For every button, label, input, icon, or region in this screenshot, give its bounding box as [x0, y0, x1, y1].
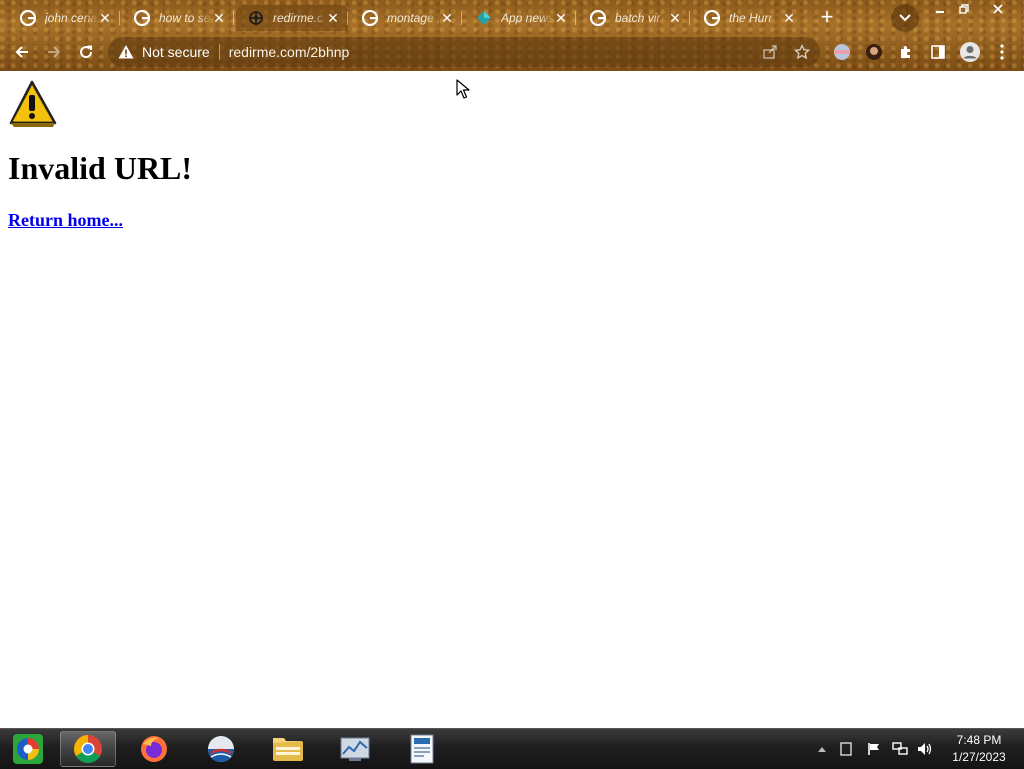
google-icon	[590, 10, 606, 26]
tab-title: montage p	[387, 11, 441, 25]
opera-icon	[208, 736, 234, 762]
forward-button[interactable]	[40, 38, 68, 66]
tab-title: batch vir	[615, 11, 661, 25]
clock-time: 7:48 PM	[956, 733, 1002, 747]
tab-montage[interactable]: montage p ✕	[350, 5, 462, 31]
tab-separator	[233, 11, 234, 25]
back-button[interactable]	[8, 38, 36, 66]
extensions-puzzle-icon[interactable]	[896, 42, 916, 62]
back-arrow-icon	[15, 46, 28, 58]
bookmark-star-icon[interactable]	[793, 43, 811, 60]
app-news-icon	[476, 10, 492, 26]
tab-separator	[575, 11, 576, 25]
taskbar-opera[interactable]	[193, 731, 249, 767]
chrome-icon	[74, 735, 102, 763]
clock-date: 1/27/2023	[952, 750, 1006, 764]
network-icon[interactable]	[892, 741, 908, 757]
taskbar	[0, 728, 1024, 769]
tab-separator	[347, 11, 348, 25]
redirme-icon	[248, 10, 264, 26]
taskbar-task-manager[interactable]	[327, 731, 383, 767]
address-bar[interactable]: Not secure redirme.com/2bhnp	[108, 37, 820, 67]
reload-button[interactable]	[72, 38, 100, 66]
action-center-flag-icon[interactable]	[866, 741, 882, 757]
tab-close-icon[interactable]: ✕	[211, 10, 227, 26]
tab-title: the Hurr	[729, 11, 773, 25]
extension-flag-icon[interactable]	[832, 42, 852, 62]
tab-close-icon[interactable]: ✕	[97, 10, 113, 26]
new-tab-button[interactable]: +	[814, 5, 840, 31]
show-hidden-icons-arrow-icon[interactable]	[814, 741, 830, 757]
minimize-icon	[936, 10, 944, 13]
extension-avatar-icon[interactable]	[864, 42, 884, 62]
tab-separator	[461, 11, 462, 25]
minimize-button[interactable]	[928, 0, 952, 17]
page-title: Invalid URL!	[8, 150, 193, 186]
restore-button[interactable]	[952, 0, 976, 17]
tab-close-icon[interactable]: ✕	[325, 10, 341, 26]
profile-avatar-icon[interactable]	[958, 40, 982, 64]
security-status-label[interactable]: Not secure	[142, 44, 210, 60]
web-page: Invalid URL! Return home...	[0, 71, 1024, 728]
tab-close-icon[interactable]: ✕	[553, 10, 569, 26]
tab-the-hurr[interactable]: the Hurr ✕	[692, 5, 804, 31]
google-icon	[20, 10, 36, 26]
restore-icon	[959, 3, 969, 14]
url-text[interactable]: redirme.com/2bhnp	[229, 44, 350, 60]
tab-title: redirme.c	[273, 11, 324, 25]
mouse-cursor-icon	[456, 79, 470, 99]
tab-separator	[119, 11, 120, 25]
divider	[218, 44, 220, 60]
tab-close-icon[interactable]: ✕	[667, 10, 683, 26]
tab-title: john cena	[45, 11, 98, 25]
taskbar-chrome[interactable]	[60, 731, 116, 767]
volume-icon[interactable]	[917, 741, 933, 757]
reload-icon	[80, 45, 93, 59]
tab-close-icon[interactable]: ✕	[781, 10, 797, 26]
tab-john-cena[interactable]: john cena ✕	[8, 5, 120, 31]
wordpad-icon	[410, 734, 434, 764]
google-icon	[362, 10, 378, 26]
taskbar-wordpad[interactable]	[394, 731, 450, 767]
close-icon	[993, 3, 1003, 14]
chevron-down-icon	[899, 14, 911, 22]
task-manager-icon	[340, 737, 370, 761]
tab-close-icon[interactable]: ✕	[439, 10, 455, 26]
share-icon[interactable]	[762, 44, 778, 60]
side-panel-icon[interactable]	[928, 42, 948, 62]
tab-app-news[interactable]: App news ✕	[464, 5, 576, 31]
system-clock[interactable]: 7:48 PM 1/27/2023	[942, 732, 1016, 766]
google-icon	[704, 10, 720, 26]
start-button[interactable]	[0, 731, 56, 767]
tray-device-icon[interactable]	[838, 741, 854, 757]
folder-icon	[273, 738, 303, 761]
taskbar-file-explorer[interactable]	[260, 731, 316, 767]
tab-title: App news	[501, 11, 554, 25]
tab-separator	[689, 11, 690, 25]
return-home-link[interactable]: Return home...	[8, 210, 123, 231]
tab-how-to-se[interactable]: how to se ✕	[122, 5, 234, 31]
tab-strip: john cena ✕ how to se ✕ redirme.c ✕ mont…	[0, 0, 1024, 34]
close-window-button[interactable]	[986, 0, 1010, 17]
forward-arrow-icon	[48, 46, 61, 58]
start-orb-icon	[13, 734, 43, 764]
warning-triangle-icon[interactable]	[118, 44, 134, 60]
tab-redirme[interactable]: redirme.c ✕	[236, 5, 348, 31]
google-icon	[134, 10, 150, 26]
tab-title: how to se	[159, 11, 211, 25]
firefox-icon	[141, 736, 167, 762]
browser-toolbar: john cena ✕ how to se ✕ redirme.c ✕ mont…	[0, 0, 1024, 71]
menu-kebab-icon[interactable]	[992, 42, 1012, 62]
tab-batch-vir[interactable]: batch vir ✕	[578, 5, 690, 31]
warning-sign-icon	[9, 80, 57, 127]
taskbar-firefox[interactable]	[126, 731, 182, 767]
tab-search-button[interactable]	[891, 4, 919, 32]
